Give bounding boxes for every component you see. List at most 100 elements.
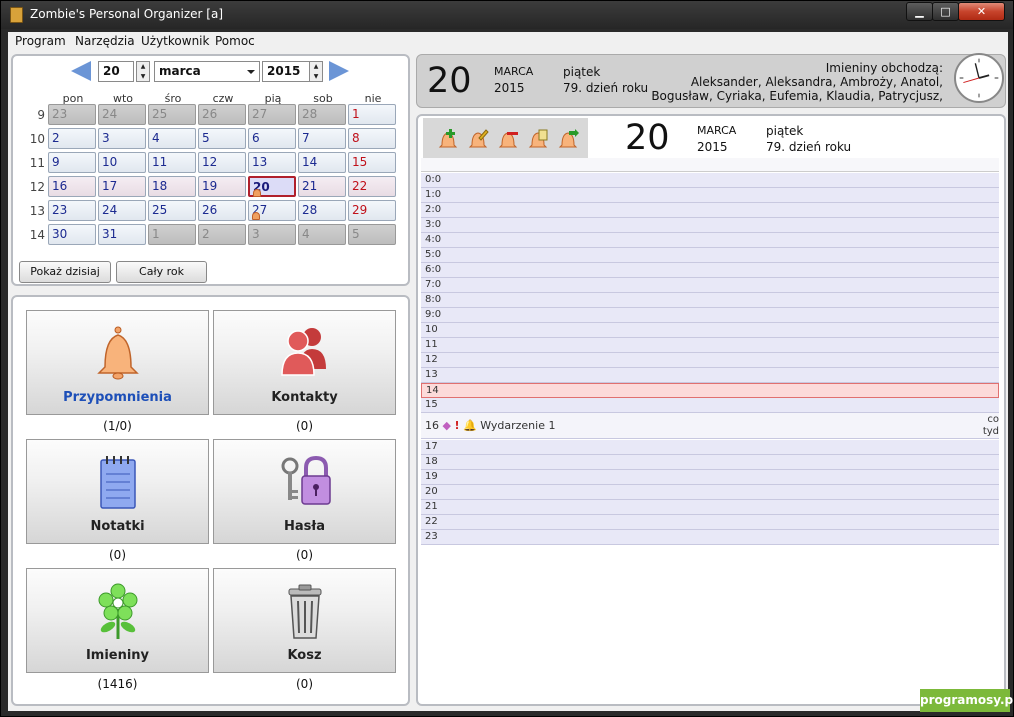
hour-row[interactable]: 13: [421, 368, 999, 383]
event-row[interactable]: 16 ◆ ! 🔔 Wydarzenie 1 co tyd: [421, 413, 999, 439]
passwords-module-button[interactable]: Hasła: [213, 439, 396, 544]
menu-help[interactable]: Pomoc: [215, 34, 255, 48]
week-number: 9: [37, 108, 45, 122]
calendar-day[interactable]: 24: [98, 200, 146, 221]
calendar-day[interactable]: 15: [348, 152, 396, 173]
day-spinner[interactable]: ▲ ▼: [136, 61, 150, 82]
calendar-day[interactable]: 2: [198, 224, 246, 245]
hour-row[interactable]: 11: [421, 338, 999, 353]
hour-row[interactable]: 5:0: [421, 248, 999, 263]
calendar-day[interactable]: 18: [148, 176, 196, 197]
hour-row[interactable]: 4:0: [421, 233, 999, 248]
calendar-day[interactable]: 31: [98, 224, 146, 245]
hour-row[interactable]: 7:0: [421, 278, 999, 293]
hour-row[interactable]: 22: [421, 515, 999, 530]
calendar-day[interactable]: 25: [148, 104, 196, 125]
calendar-day[interactable]: 9: [48, 152, 96, 173]
calendar-day[interactable]: 21: [298, 176, 346, 197]
calendar-day[interactable]: 22: [348, 176, 396, 197]
calendar-day[interactable]: 16: [48, 176, 96, 197]
add-reminder-icon[interactable]: [437, 128, 459, 150]
calendar-day[interactable]: 12: [198, 152, 246, 173]
hour-row[interactable]: 12: [421, 353, 999, 368]
calendar-day[interactable]: 29: [348, 200, 396, 221]
reminders-module-button[interactable]: Przypomnienia: [26, 310, 209, 415]
namedays-module-button[interactable]: Imieniny: [26, 568, 209, 673]
calendar-day[interactable]: 28: [298, 200, 346, 221]
hour-row[interactable]: 15: [421, 398, 999, 413]
prev-month-arrow-icon[interactable]: [71, 61, 91, 81]
calendar-day[interactable]: 27: [248, 200, 296, 221]
hour-row[interactable]: 14: [421, 383, 999, 398]
whole-year-button[interactable]: Cały rok: [116, 261, 207, 283]
hour-row[interactable]: 23: [421, 530, 999, 545]
month-select[interactable]: marca: [154, 61, 260, 82]
hour-row[interactable]: 17: [421, 440, 999, 455]
hour-row[interactable]: 19: [421, 470, 999, 485]
calendar-day[interactable]: 11: [148, 152, 196, 173]
year-spinner[interactable]: ▲ ▼: [309, 61, 323, 82]
menu-user[interactable]: Użytkownik: [141, 34, 209, 48]
calendar-day[interactable]: 10: [98, 152, 146, 173]
minimize-button[interactable]: ▁: [906, 2, 933, 21]
calendar-day[interactable]: 8: [348, 128, 396, 149]
calendar-day-selected[interactable]: 20: [248, 176, 296, 197]
hour-row[interactable]: 21: [421, 500, 999, 515]
calendar-day-number: 11: [152, 155, 168, 169]
delete-reminder-icon[interactable]: [497, 128, 519, 150]
calendar-day[interactable]: 17: [98, 176, 146, 197]
calendar-day[interactable]: 6: [248, 128, 296, 149]
hour-row[interactable]: 9:0: [421, 308, 999, 323]
calendar-day[interactable]: 7: [298, 128, 346, 149]
schedule-year: 2015: [697, 140, 728, 154]
title-bar[interactable]: Zombie's Personal Organizer [a] ▁ □ ✕: [1, 1, 1013, 29]
calendar-day[interactable]: 25: [148, 200, 196, 221]
calendar-day-number: 26: [202, 107, 218, 121]
edit-reminder-icon[interactable]: [467, 128, 489, 150]
maximize-button[interactable]: □: [932, 2, 959, 21]
hour-row[interactable]: 8:0: [421, 293, 999, 308]
calendar-day[interactable]: 26: [198, 200, 246, 221]
calendar-day[interactable]: 3: [98, 128, 146, 149]
calendar-day[interactable]: 4: [298, 224, 346, 245]
calendar-day[interactable]: 19: [198, 176, 246, 197]
calendar-day[interactable]: 30: [48, 224, 96, 245]
calendar-day[interactable]: 23: [48, 200, 96, 221]
hour-row[interactable]: 0:0: [421, 173, 999, 188]
calendar-day[interactable]: 5: [198, 128, 246, 149]
padlock-key-icon: [281, 455, 331, 505]
day-field[interactable]: 20: [98, 61, 134, 82]
calendar-day[interactable]: 13: [248, 152, 296, 173]
next-month-arrow-icon[interactable]: [329, 61, 349, 81]
hour-row[interactable]: 20: [421, 485, 999, 500]
hour-row[interactable]: 10: [421, 323, 999, 338]
year-field[interactable]: 2015: [262, 61, 312, 82]
copy-reminder-icon[interactable]: [527, 128, 549, 150]
calendar-day[interactable]: 4: [148, 128, 196, 149]
calendar-day[interactable]: 14: [298, 152, 346, 173]
notes-module-button[interactable]: Notatki: [26, 439, 209, 544]
calendar-day[interactable]: 2: [48, 128, 96, 149]
calendar-day[interactable]: 27: [248, 104, 296, 125]
calendar-day[interactable]: 28: [298, 104, 346, 125]
trash-module-button[interactable]: Kosz: [213, 568, 396, 673]
hour-row[interactable]: 6:0: [421, 263, 999, 278]
menu-program[interactable]: Program: [15, 34, 66, 48]
app-icon: [10, 7, 23, 23]
calendar-day[interactable]: 1: [148, 224, 196, 245]
calendar-day[interactable]: 24: [98, 104, 146, 125]
calendar-day[interactable]: 3: [248, 224, 296, 245]
show-today-button[interactable]: Pokaż dzisiaj: [19, 261, 111, 283]
move-reminder-icon[interactable]: [557, 128, 579, 150]
hour-row[interactable]: 3:0: [421, 218, 999, 233]
hour-row[interactable]: 2:0: [421, 203, 999, 218]
calendar-day[interactable]: 5: [348, 224, 396, 245]
hour-row[interactable]: 18: [421, 455, 999, 470]
menu-tools[interactable]: Narzędzia: [75, 34, 135, 48]
hour-row[interactable]: 1:0: [421, 188, 999, 203]
contacts-module-button[interactable]: Kontakty: [213, 310, 396, 415]
close-button[interactable]: ✕: [958, 2, 1005, 21]
calendar-day[interactable]: 1: [348, 104, 396, 125]
calendar-day[interactable]: 23: [48, 104, 96, 125]
calendar-day[interactable]: 26: [198, 104, 246, 125]
